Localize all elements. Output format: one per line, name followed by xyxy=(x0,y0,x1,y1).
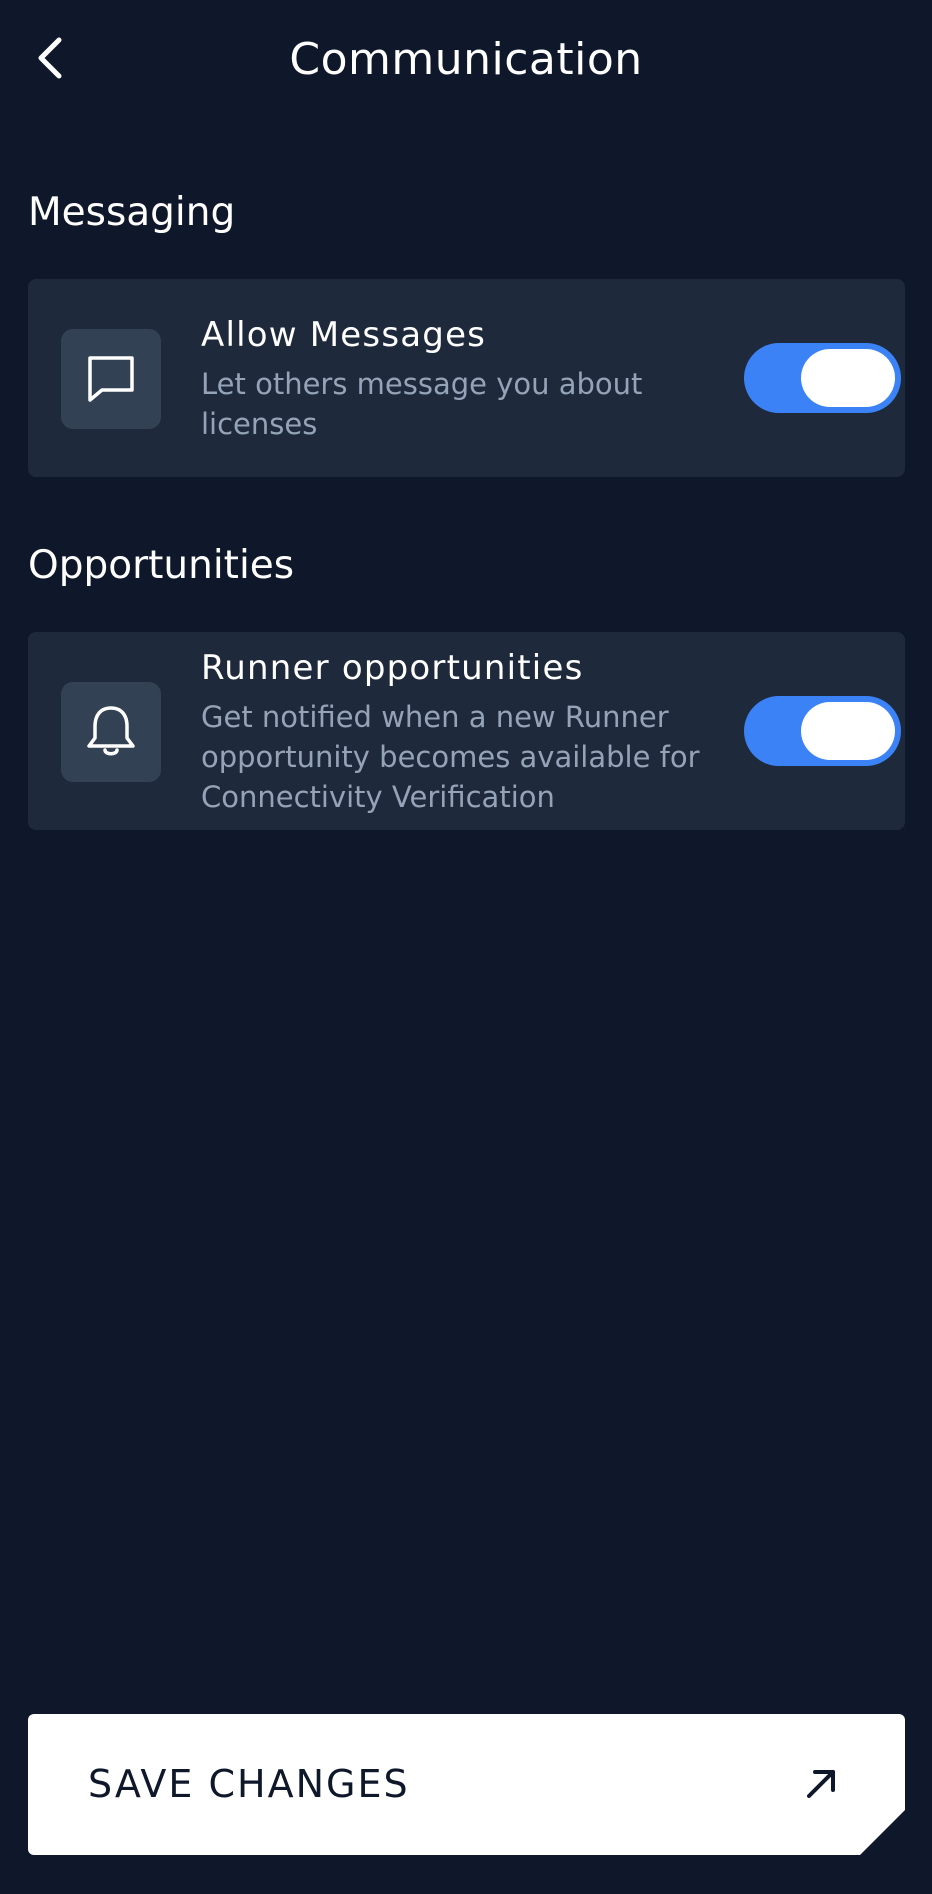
setting-description: Let others message you about licenses xyxy=(201,367,643,441)
save-changes-label: SAVE CHANGES xyxy=(88,1762,410,1806)
icon-tile xyxy=(61,682,161,782)
setting-title: Runner opportunities xyxy=(201,648,584,688)
setting-card-runner-opportunities: Runner opportunities Get notified when a… xyxy=(28,632,905,830)
chat-bubble-icon xyxy=(88,356,134,402)
bell-icon xyxy=(87,706,135,756)
allow-messages-toggle[interactable] xyxy=(744,343,901,413)
page-title: Communication xyxy=(289,34,643,85)
setting-card-allow-messages: Allow Messages Let others message you ab… xyxy=(28,279,905,477)
save-changes-button[interactable]: SAVE CHANGES xyxy=(28,1714,905,1855)
setting-description: Get notified when a new Runner opportuni… xyxy=(201,700,700,814)
toggle-knob xyxy=(801,349,895,407)
toggle-knob xyxy=(801,702,895,760)
runner-opportunities-toggle[interactable] xyxy=(744,696,901,766)
section-title-opportunities: Opportunities xyxy=(28,543,295,588)
icon-tile xyxy=(61,329,161,429)
setting-title: Allow Messages xyxy=(201,315,487,355)
arrow-up-right-icon xyxy=(801,1764,841,1804)
top-bar: Communication xyxy=(0,0,932,120)
section-title-messaging: Messaging xyxy=(28,190,236,235)
